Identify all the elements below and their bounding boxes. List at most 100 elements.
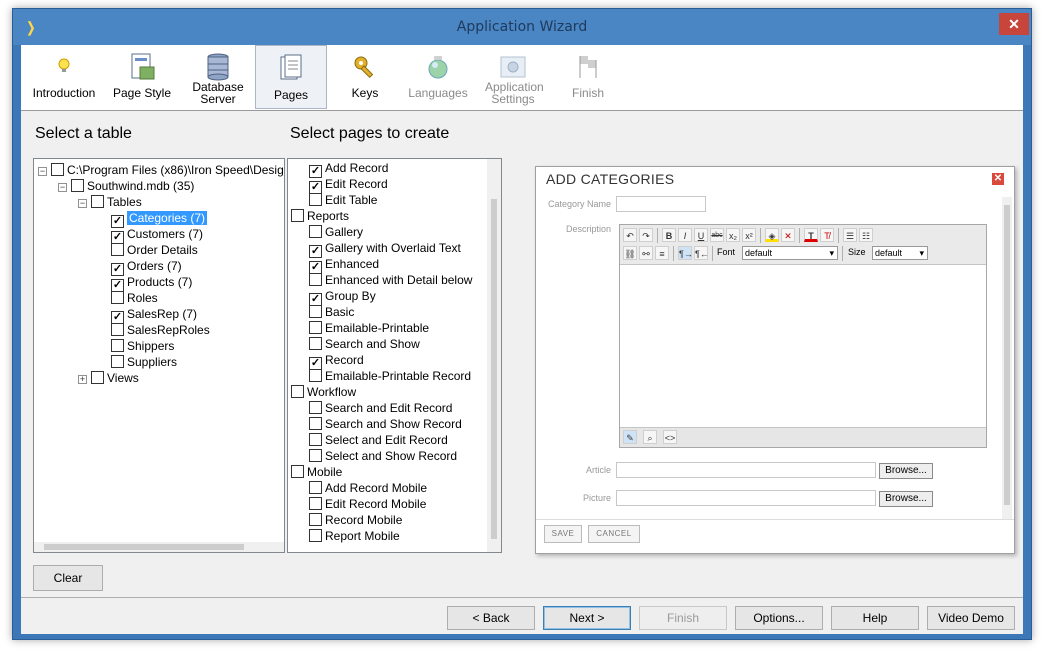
page-item[interactable]: ✓ Enhanced	[309, 256, 379, 274]
remove-highlight-icon[interactable]: ✕	[781, 228, 795, 242]
preview-mode-icon[interactable]: ⌕	[643, 430, 657, 444]
italic-icon[interactable]: I	[678, 228, 692, 242]
page-item-checkbox[interactable]	[309, 305, 322, 318]
highlight-icon[interactable]: ◈	[765, 228, 779, 242]
page-item-checkbox[interactable]	[309, 433, 322, 446]
superscript-icon[interactable]: x²	[742, 228, 756, 242]
page-item[interactable]: Edit Table	[309, 192, 377, 208]
page-item[interactable]: Basic	[309, 304, 354, 320]
page-item[interactable]: Enhanced with Detail below	[309, 272, 472, 288]
page-item-checkbox[interactable]	[309, 273, 322, 286]
rtl-icon[interactable]: ¶←	[694, 246, 709, 260]
page-item-checkbox[interactable]	[309, 481, 322, 494]
help-button[interactable]: Help	[831, 606, 919, 630]
page-item[interactable]: Search and Show Record	[309, 416, 462, 432]
video-demo-button[interactable]: Video Demo	[927, 606, 1015, 630]
page-group-item[interactable]: Mobile	[291, 464, 342, 480]
step-page-style[interactable]: Page Style	[105, 45, 179, 110]
subscript-icon[interactable]: x₂	[726, 228, 740, 242]
step-keys[interactable]: Keys	[329, 45, 401, 110]
page-item[interactable]: Select and Edit Record	[309, 432, 448, 448]
tree-item[interactable]: ✓ Orders (7)	[98, 258, 182, 276]
window-close-button[interactable]: ✕	[999, 13, 1029, 35]
step-languages[interactable]: Languages	[401, 45, 475, 110]
tree-item[interactable]: Shippers	[98, 338, 174, 354]
page-item[interactable]: ✓ Group By	[309, 288, 376, 306]
step-application-settings[interactable]: Application Settings	[475, 45, 551, 110]
tree-item-checkbox[interactable]	[111, 339, 124, 352]
page-item-checkbox[interactable]	[309, 497, 322, 510]
font-select[interactable]: default ▾	[742, 246, 838, 260]
page-item-checkbox[interactable]	[309, 321, 322, 334]
page-item-checkbox[interactable]	[291, 465, 304, 478]
step-introduction[interactable]: Introduction	[27, 45, 101, 110]
page-item-checkbox[interactable]	[309, 401, 322, 414]
rich-text-editor[interactable]: ↶ ↷ B I U abc x₂ x² ◈ ✕ T T̸ ☰ ☷ ⛓ ⚯ ≡ ¶…	[619, 224, 987, 448]
page-item-checkbox[interactable]	[309, 513, 322, 526]
article-browse-button[interactable]: Browse...	[879, 463, 933, 479]
tree-item[interactable]: Suppliers	[98, 354, 177, 370]
tree-item-checkbox[interactable]	[91, 371, 104, 384]
bold-icon[interactable]: B	[662, 228, 676, 242]
unordered-list-icon[interactable]: ☷	[859, 228, 873, 242]
page-item-checkbox[interactable]	[309, 449, 322, 462]
page-item[interactable]: ✓ Gallery with Overlaid Text	[309, 240, 461, 258]
tree-item-checkbox[interactable]	[71, 179, 84, 192]
collapse-icon[interactable]: −	[38, 167, 47, 176]
remove-color-icon[interactable]: T̸	[820, 228, 834, 242]
collapse-icon[interactable]: −	[78, 199, 87, 208]
page-item[interactable]: Record Mobile	[309, 512, 402, 528]
page-group-item[interactable]: Reports	[291, 208, 349, 224]
tree-item-checkbox[interactable]	[111, 291, 124, 304]
step-pages[interactable]: Pages	[255, 45, 327, 109]
page-item-checkbox[interactable]	[291, 209, 304, 222]
page-item[interactable]: Select and Show Record	[309, 448, 457, 464]
page-item-checkbox[interactable]	[309, 225, 322, 238]
tree-horizontal-scrollbar[interactable]	[34, 542, 284, 552]
cancel-button[interactable]: CANCEL	[588, 525, 640, 543]
page-item-checkbox[interactable]	[309, 337, 322, 350]
finish-button[interactable]: Finish	[639, 606, 727, 630]
tree-item[interactable]: SalesRepRoles	[98, 322, 210, 338]
tree-item[interactable]: Roles	[98, 290, 158, 306]
back-button[interactable]: < Back	[447, 606, 535, 630]
tree-item[interactable]: − C:\Program Files (x86)\Iron Speed\Desig…	[38, 162, 284, 178]
options-button[interactable]: Options...	[735, 606, 823, 630]
page-item[interactable]: Emailable-Printable	[309, 320, 429, 336]
page-item[interactable]: ✓ Add Record	[309, 160, 388, 178]
page-item[interactable]: Search and Show	[309, 336, 420, 352]
tree-item[interactable]: − Tables	[78, 194, 142, 210]
picture-file-field[interactable]	[616, 490, 876, 506]
page-item[interactable]: Edit Record Mobile	[309, 496, 426, 512]
html-mode-icon[interactable]: <>	[663, 430, 677, 444]
expand-icon[interactable]: +	[78, 375, 87, 384]
undo-icon[interactable]: ↶	[623, 228, 637, 242]
tree-item-checkbox[interactable]	[111, 355, 124, 368]
design-mode-icon[interactable]: ✎	[623, 430, 637, 444]
tree-item-checkbox[interactable]	[111, 243, 124, 256]
page-group-item[interactable]: Workflow	[291, 384, 356, 400]
tree-item[interactable]: ✓ Categories (7)	[98, 210, 208, 228]
collapse-icon[interactable]: −	[58, 183, 67, 192]
page-item-checkbox[interactable]	[291, 385, 304, 398]
text-color-icon[interactable]: T	[804, 228, 818, 242]
tree-item[interactable]: + Views	[78, 370, 139, 386]
tree-item-checkbox[interactable]	[111, 323, 124, 336]
page-item-checkbox[interactable]	[309, 529, 322, 542]
tree-item-checkbox[interactable]	[51, 163, 64, 176]
strikethrough-icon[interactable]: abc	[710, 228, 724, 242]
tree-item[interactable]: ✓ Products (7)	[98, 274, 192, 292]
ordered-list-icon[interactable]: ☰	[843, 228, 857, 242]
redo-icon[interactable]: ↷	[639, 228, 653, 242]
page-item[interactable]: Gallery	[309, 224, 363, 240]
clear-button[interactable]: Clear	[33, 565, 103, 591]
size-select[interactable]: default ▾	[872, 246, 928, 260]
unlink-icon[interactable]: ⚯	[639, 246, 653, 260]
underline-icon[interactable]: U	[694, 228, 708, 242]
page-item[interactable]: Add Record Mobile	[309, 480, 427, 496]
page-item-checkbox[interactable]	[309, 417, 322, 430]
page-item-checkbox[interactable]	[309, 193, 322, 206]
tree-item[interactable]: − Southwind.mdb (35)	[58, 178, 194, 194]
pages-vertical-scrollbar[interactable]	[487, 159, 501, 552]
article-file-field[interactable]	[616, 462, 876, 478]
